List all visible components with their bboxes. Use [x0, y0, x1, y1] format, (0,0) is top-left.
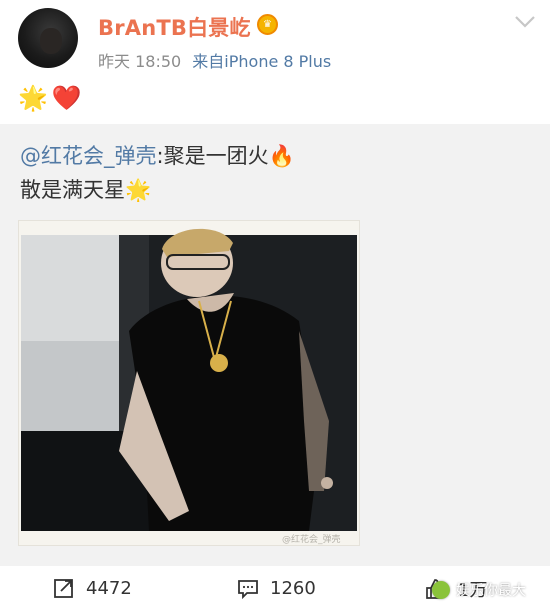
- comment-icon: [238, 580, 258, 600]
- post-header: BrAnTB白景屹 ♛ 昨天 18:50 来自iPhone 8 Plus: [0, 0, 550, 80]
- star-emoji: 🌟: [18, 84, 48, 112]
- comment-button[interactable]: 1260: [236, 576, 316, 600]
- photo-content: [19, 221, 359, 545]
- avatar[interactable]: [18, 8, 78, 68]
- photo-watermark: @红花会_弹壳: [282, 535, 341, 545]
- repost-count: 4472: [86, 577, 132, 599]
- heart-emoji: ❤️: [51, 84, 82, 112]
- retweet-box[interactable]: @红花会_弹壳:聚是一团火🔥 散是满天星🌟 @红花会_弹壳: [0, 124, 550, 566]
- chevron-down-icon[interactable]: [513, 14, 537, 30]
- retweet-text-line2: 散是满天星🌟: [20, 178, 152, 202]
- repost-icon: [54, 579, 73, 598]
- repost-button[interactable]: 4472: [52, 576, 132, 600]
- watermark: 娱乐你最大: [432, 580, 526, 600]
- post-text: 🌟 ❤️: [18, 84, 82, 112]
- retweet-photo[interactable]: [18, 220, 360, 546]
- comment-count: 1260: [270, 577, 316, 599]
- retweet-mention[interactable]: @红花会_弹壳: [20, 144, 157, 168]
- watermark-logo-icon: [432, 581, 450, 599]
- retweet-line1-text: :聚是一团火🔥: [156, 144, 295, 168]
- vip-badge-icon: ♛: [257, 14, 278, 35]
- username[interactable]: BrAnTB白景屹: [98, 12, 251, 42]
- post-meta: 昨天 18:50 来自iPhone 8 Plus: [98, 48, 331, 72]
- post-time: 昨天 18:50: [98, 52, 182, 71]
- retweet-text-line1: @红花会_弹壳:聚是一团火🔥: [20, 140, 295, 170]
- post-source[interactable]: 来自iPhone 8 Plus: [192, 52, 331, 71]
- watermark-text: 娱乐你最大: [456, 583, 526, 599]
